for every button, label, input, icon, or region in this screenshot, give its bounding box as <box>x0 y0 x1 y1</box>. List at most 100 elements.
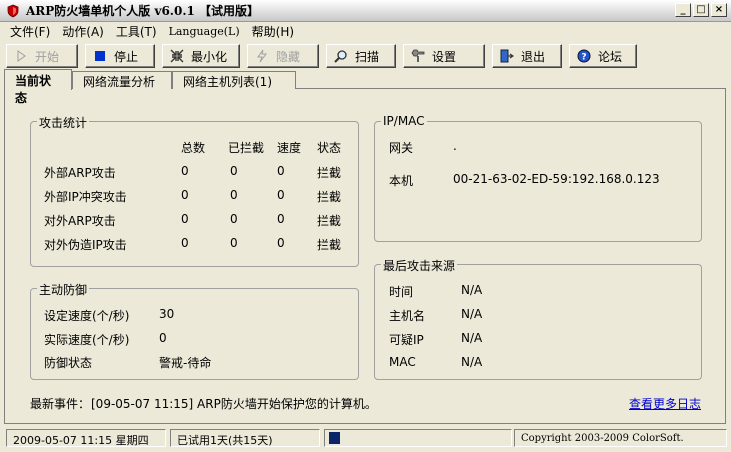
attack-speed: 0 <box>277 212 285 226</box>
status-datetime: 2009-05-07 11:15 星期四 <box>6 429 166 447</box>
active-defense-title: 主动防御 <box>37 281 90 298</box>
defense-state-value: 警戒-待命 <box>159 356 212 370</box>
last-attack-title: 最后攻击来源 <box>381 257 458 274</box>
mac-label: MAC <box>389 355 416 369</box>
scan-button[interactable]: 扫描 <box>326 44 396 68</box>
window-controls: _ □ × <box>675 3 727 17</box>
local-label: 本机 <box>389 174 414 188</box>
latest-event-label: 最新事件： <box>30 397 91 411</box>
maximize-window-button[interactable]: □ <box>693 3 709 17</box>
local-value: 00-21-63-02-ED-59:192.168.0.123 <box>453 172 660 186</box>
status-panel: 攻击统计 总数 已拦截 速度 状态 外部ARP攻击 0 0 0 拦截 外部IP冲… <box>4 88 726 424</box>
attack-blocked: 0 <box>230 212 238 226</box>
play-icon <box>13 48 29 64</box>
gateway-value: . <box>453 139 457 153</box>
attack-speed: 0 <box>277 236 285 250</box>
attack-name: 外部ARP攻击 <box>44 166 116 180</box>
view-more-logs-link[interactable]: 查看更多日志 <box>629 395 701 412</box>
svg-text:?: ? <box>581 53 586 63</box>
minimize-button-label: 最小化 <box>191 49 228 64</box>
attack-stats-group: 攻击统计 总数 已拦截 速度 状态 外部ARP攻击 0 0 0 拦截 外部IP冲… <box>30 114 359 267</box>
menu-tools[interactable]: 工具(T) <box>110 23 163 40</box>
tab-current-status[interactable]: 当前状态 <box>4 69 72 105</box>
settings-button[interactable]: 设置 <box>403 44 485 68</box>
attack-status: 拦截 <box>317 214 342 228</box>
attack-blocked: 0 <box>230 188 238 202</box>
attack-total: 0 <box>181 212 189 226</box>
menu-file[interactable]: 文件(F) <box>4 23 56 40</box>
stop-button[interactable]: 停止 <box>85 44 155 68</box>
menu-bar: 文件(F) 动作(A) 工具(T) Language(L) 帮助(H) <box>0 22 731 41</box>
status-bar: 2009-05-07 11:15 星期四 已试用1天(共15天) Copyrig… <box>0 427 731 449</box>
header-speed: 速度 <box>277 141 302 155</box>
minimize-button[interactable]: 最小化 <box>162 44 240 68</box>
last-attack-group: 最后攻击来源 时间 N/A 主机名 N/A 可疑IP N/A MAC N/A <box>374 257 702 380</box>
attack-name: 对外伪造IP攻击 <box>44 238 127 252</box>
stop-button-label: 停止 <box>114 49 139 64</box>
close-window-button[interactable]: × <box>711 3 727 17</box>
attack-total: 0 <box>181 188 189 202</box>
window-title: ARP防火墙单机个人版 v6.0.1 【试用版】 <box>26 4 260 18</box>
tab-strip: 当前状态 网络流量分析 网络主机列表(1) <box>4 69 724 105</box>
attack-total: 0 <box>181 236 189 250</box>
title-bar: ARP防火墙单机个人版 v6.0.1 【试用版】 _ □ × <box>0 0 731 22</box>
defense-state-label: 防御状态 <box>44 356 93 370</box>
ipmac-title: IP/MAC <box>381 114 427 128</box>
attack-name: 外部IP冲突攻击 <box>44 190 127 204</box>
attack-stats-title: 攻击统计 <box>37 114 90 131</box>
stop-icon <box>92 48 108 64</box>
scan-button-label: 扫描 <box>355 49 380 64</box>
tab-host-list[interactable]: 网络主机列表(1) <box>172 71 296 89</box>
header-total: 总数 <box>181 141 206 155</box>
header-blocked: 已拦截 <box>228 141 265 155</box>
wrench-icon <box>410 48 426 64</box>
attack-speed: 0 <box>277 164 285 178</box>
attack-blocked: 0 <box>230 236 238 250</box>
suspicious-ip-value: N/A <box>461 331 483 345</box>
hostname-value: N/A <box>461 307 483 321</box>
latest-event-text: [09-05-07 11:15] ARP防火墙开始保护您的计算机。 <box>91 397 377 411</box>
menu-action[interactable]: 动作(A) <box>56 23 110 40</box>
start-button[interactable]: 开始 <box>6 44 78 68</box>
menu-language[interactable]: Language(L) <box>163 25 246 38</box>
time-value: N/A <box>461 283 483 297</box>
mac-value: N/A <box>461 355 483 369</box>
actual-speed-label: 实际速度(个/秒) <box>44 333 130 347</box>
exit-button[interactable]: 退出 <box>492 44 562 68</box>
settings-button-label: 设置 <box>432 49 457 64</box>
hide-button[interactable]: 隐藏 <box>247 44 319 68</box>
attack-speed: 0 <box>277 188 285 202</box>
start-button-label: 开始 <box>35 49 60 64</box>
attack-name: 对外ARP攻击 <box>44 214 116 228</box>
trial-progress-fill <box>329 432 340 444</box>
hostname-label: 主机名 <box>389 309 426 323</box>
minimize-window-button[interactable]: _ <box>675 3 691 17</box>
toolbar: 开始 停止 最小化 隐藏 扫描 设置 退出 ? 论坛 <box>0 41 731 71</box>
app-shield-icon <box>6 4 20 18</box>
trial-progress-bar <box>324 429 512 447</box>
gateway-label: 网关 <box>389 141 414 155</box>
status-copyright: Copyright 2003-2009 ColorSoft. <box>514 429 727 447</box>
exit-door-icon <box>499 48 515 64</box>
attack-status: 拦截 <box>317 238 342 252</box>
attack-blocked: 0 <box>230 164 238 178</box>
forum-button-label: 论坛 <box>598 49 623 64</box>
actual-speed-value: 0 <box>159 331 167 345</box>
set-speed-label: 设定速度(个/秒) <box>44 309 130 323</box>
hide-button-label: 隐藏 <box>276 49 301 64</box>
minimize-arrows-icon <box>169 48 185 64</box>
suspicious-ip-label: 可疑IP <box>389 333 424 347</box>
magnifier-icon <box>333 48 349 64</box>
attack-status: 拦截 <box>317 190 342 204</box>
menu-help[interactable]: 帮助(H) <box>246 23 300 40</box>
help-question-icon: ? <box>576 48 592 64</box>
status-trial: 已试用1天(共15天) <box>170 429 320 447</box>
time-label: 时间 <box>389 285 414 299</box>
active-defense-group: 主动防御 设定速度(个/秒) 30 实际速度(个/秒) 0 防御状态 警戒-待命 <box>30 281 359 380</box>
set-speed-value: 30 <box>159 307 175 321</box>
forum-button[interactable]: ? 论坛 <box>569 44 637 68</box>
ipmac-group: IP/MAC 网关 . 本机 00-21-63-02-ED-59:192.168… <box>374 114 702 242</box>
lightning-icon <box>254 48 270 64</box>
tab-traffic-analysis[interactable]: 网络流量分析 <box>72 71 172 89</box>
header-status: 状态 <box>317 141 342 155</box>
